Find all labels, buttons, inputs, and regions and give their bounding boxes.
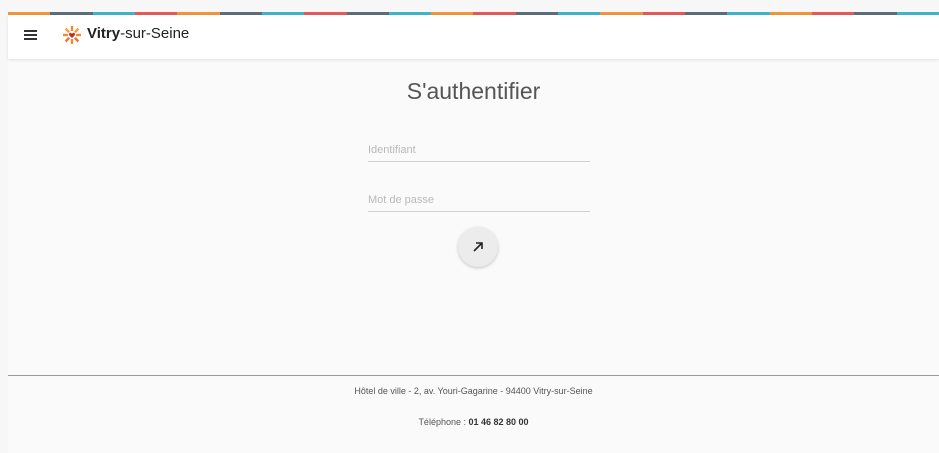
city-logo-icon[interactable]	[62, 24, 82, 44]
phone-number[interactable]: 01 46 82 80 00	[468, 417, 528, 427]
username-input[interactable]	[368, 139, 590, 161]
arrow-up-right-icon	[473, 242, 483, 252]
submit-button[interactable]	[458, 227, 498, 267]
brand-name-rest: -sur-Seine	[120, 25, 190, 42]
username-field	[368, 139, 590, 162]
footer-phone: Téléphone : 01 46 82 80 00	[8, 417, 939, 427]
hamburger-menu-icon[interactable]	[24, 28, 38, 42]
phone-label: Téléphone :	[418, 417, 469, 427]
password-field	[368, 189, 590, 212]
footer-divider	[8, 375, 939, 376]
password-input[interactable]	[368, 189, 590, 211]
top-app-bar: Vitry-sur-Seine	[8, 15, 939, 59]
brand-name-bold: Vitry	[87, 25, 121, 42]
brand-name[interactable]: Vitry-sur-Seine	[87, 25, 189, 42]
footer-address: Hôtel de ville - 2, av. Youri-Gagarine -…	[354, 386, 593, 396]
page-title: S'authentifier	[406, 78, 541, 104]
